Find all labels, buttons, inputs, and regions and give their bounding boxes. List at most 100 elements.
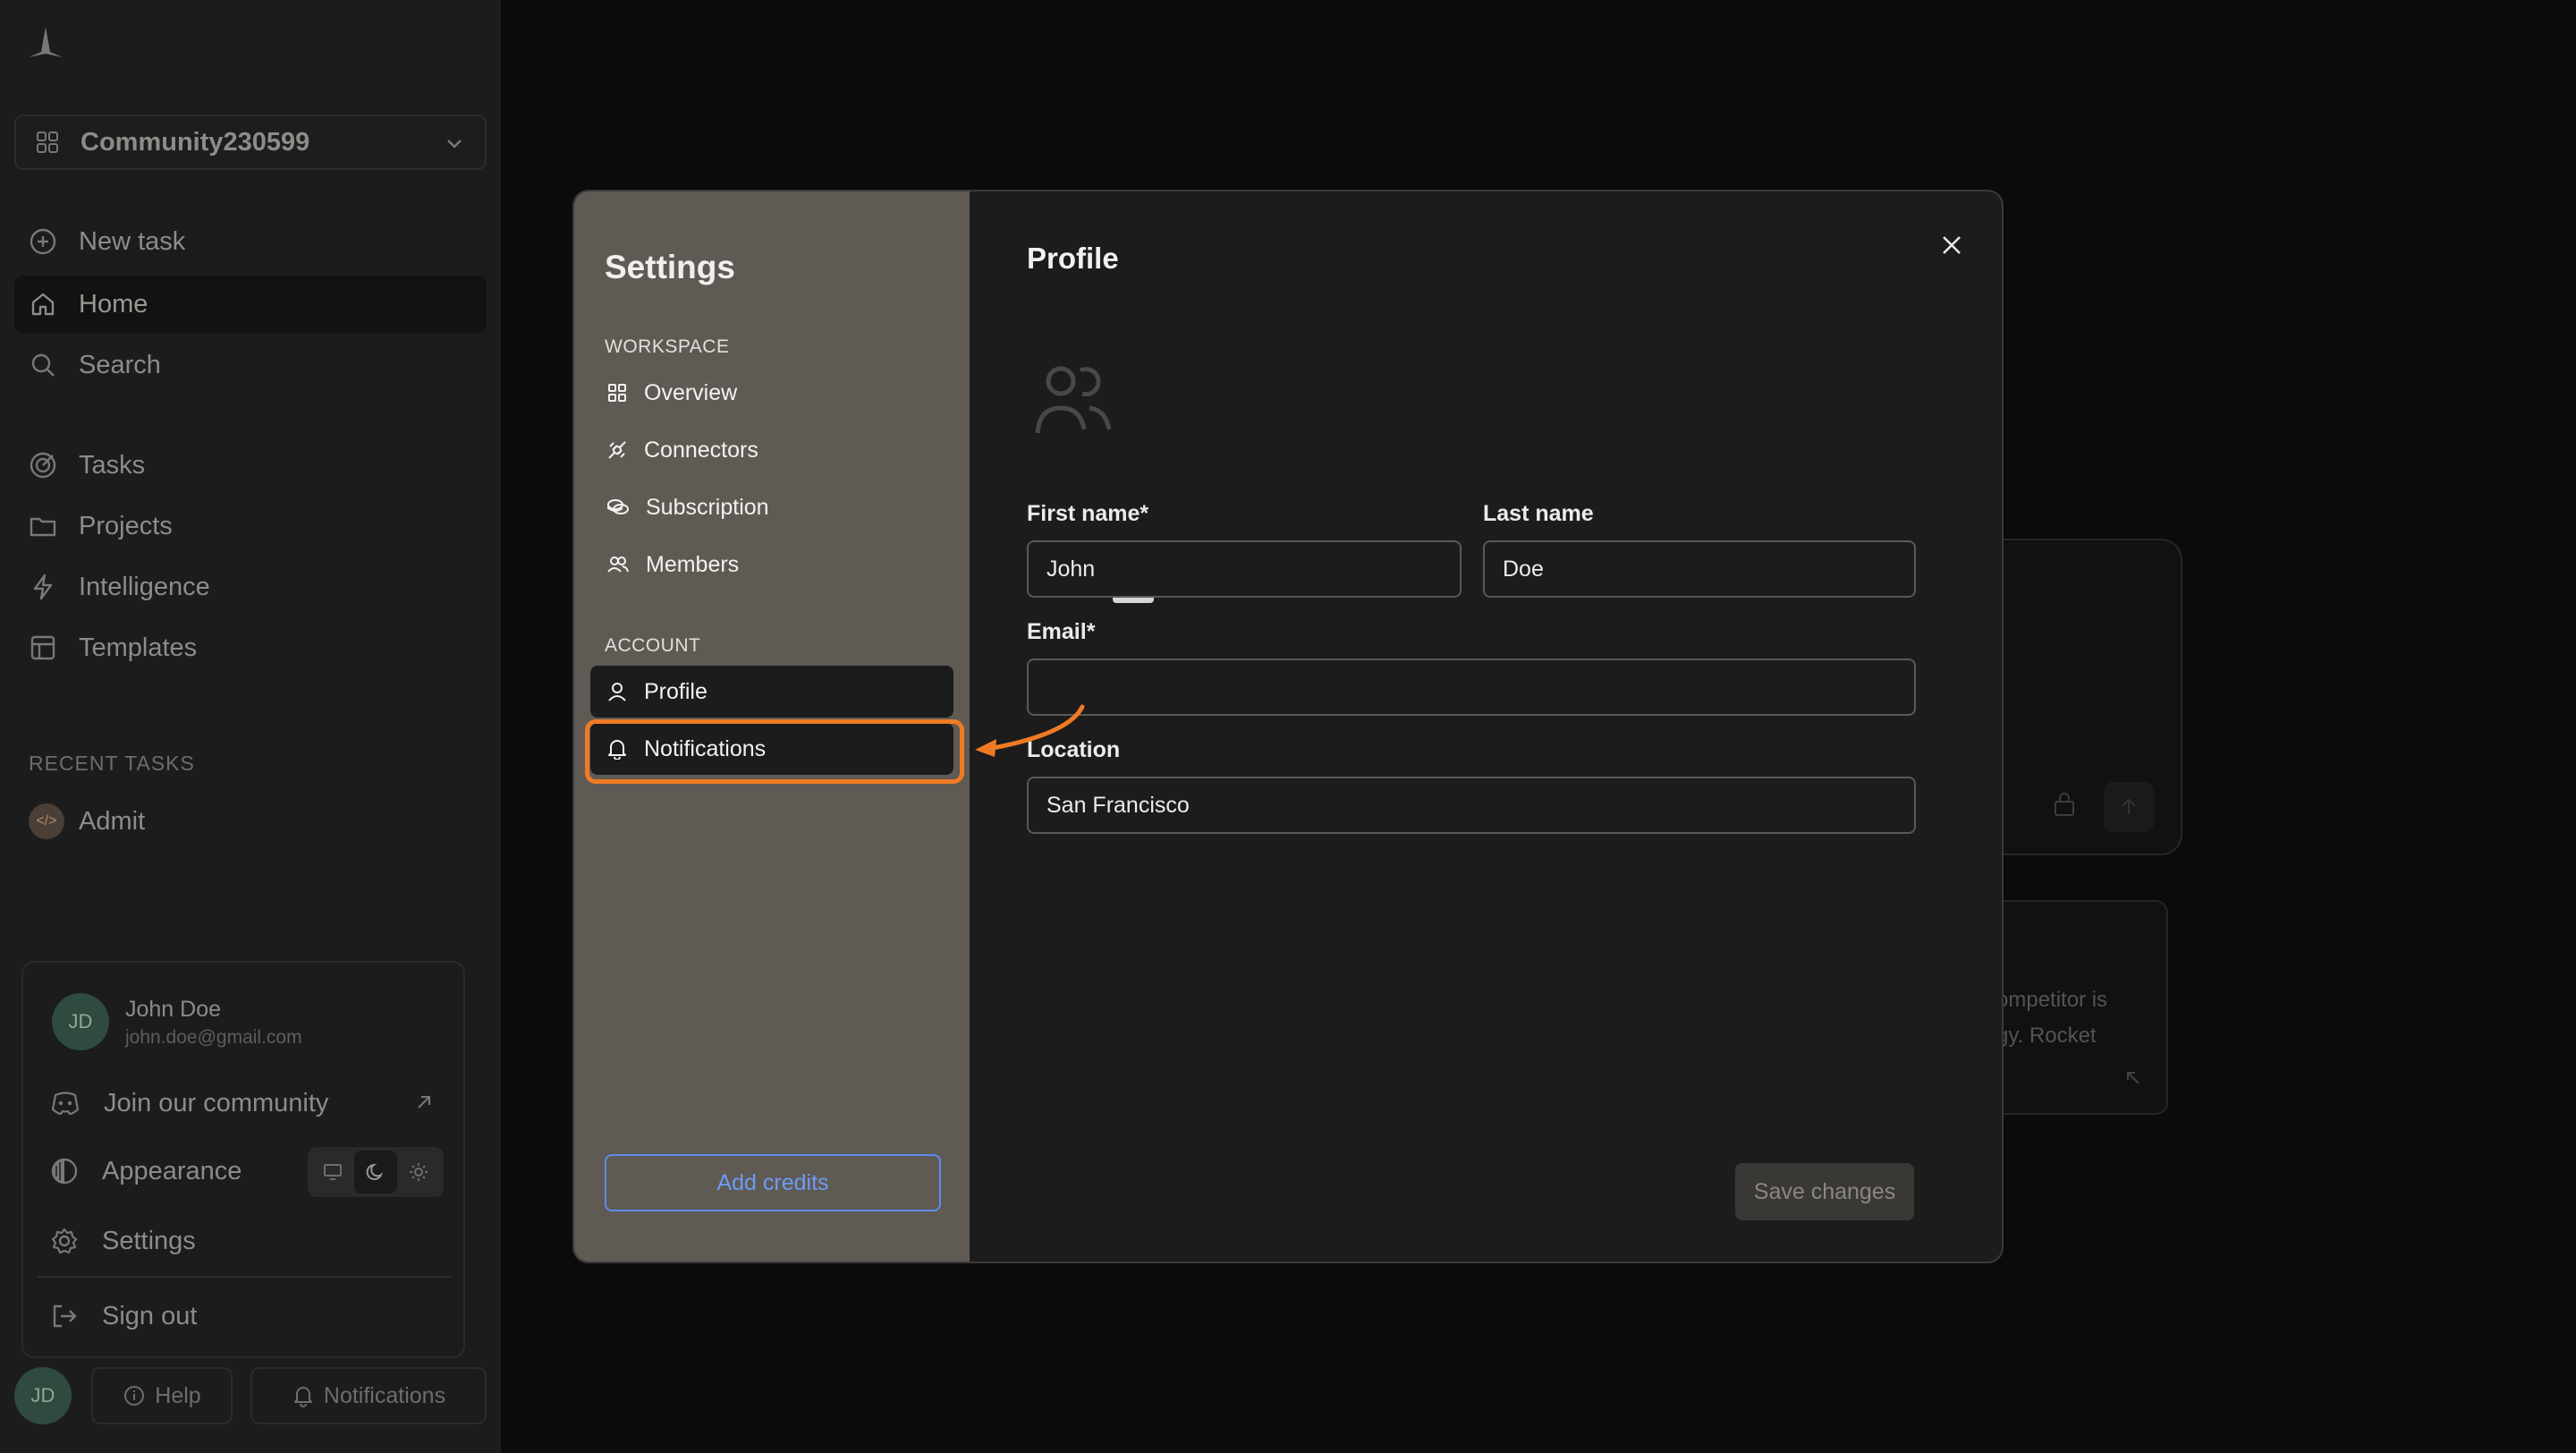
email-label: Email*	[1027, 619, 1096, 644]
nav-home[interactable]: Home	[14, 276, 487, 333]
app-logo-icon[interactable]	[27, 25, 64, 61]
workspace-selector[interactable]: Community230599	[14, 115, 487, 170]
plus-circle-icon	[30, 228, 56, 255]
annotation-arrow-icon	[975, 704, 1085, 757]
contrast-icon	[51, 1158, 78, 1185]
settings-label: Settings	[102, 1226, 196, 1255]
nav-tasks[interactable]: Tasks	[14, 437, 487, 494]
settings-nav-profile[interactable]: Profile	[590, 666, 953, 718]
grid-icon	[608, 384, 626, 402]
nav-search[interactable]: Search	[14, 336, 487, 394]
nav-projects[interactable]: Projects	[14, 497, 487, 555]
nav-label: Search	[79, 350, 161, 379]
close-button[interactable]	[1934, 227, 1970, 263]
settings-nav-label: Overview	[644, 379, 738, 405]
last-name-field[interactable]	[1483, 540, 1916, 598]
settings-nav-overview[interactable]: Overview	[590, 367, 953, 419]
appearance-toggle	[308, 1147, 444, 1197]
gear-icon	[51, 1228, 78, 1254]
settings-nav: Settings WORKSPACE Overview Connectors S…	[574, 191, 970, 1262]
nav-label: Projects	[79, 511, 173, 540]
help-label: Help	[155, 1382, 201, 1408]
divider	[38, 1276, 451, 1278]
email-field[interactable]	[1027, 659, 1916, 716]
logout-icon	[53, 1304, 77, 1328]
settings-title: Settings	[605, 249, 735, 285]
home-icon	[31, 293, 55, 316]
profile-panel: Profile First name* Last name Email* Loc…	[970, 191, 2002, 1262]
recent-tasks-heading: RECENT TASKS	[29, 752, 195, 775]
help-button[interactable]: Help	[91, 1367, 233, 1424]
notifications-label: Notifications	[323, 1382, 446, 1408]
search-icon	[31, 353, 55, 377]
add-credits-button[interactable]: Add credits	[605, 1154, 941, 1211]
appearance-label: Appearance	[102, 1156, 242, 1185]
info-icon	[124, 1386, 145, 1406]
bolt-icon	[33, 574, 53, 600]
target-icon	[30, 452, 56, 479]
avatar[interactable]: JD	[52, 993, 109, 1050]
nav-templates[interactable]: Templates	[14, 619, 487, 676]
workspace-heading: WORKSPACE	[605, 336, 730, 357]
theme-dark-option[interactable]	[354, 1151, 397, 1194]
bottom-avatar[interactable]: JD	[14, 1367, 72, 1424]
location-field[interactable]	[1027, 777, 1916, 834]
recent-task-item[interactable]: </> Admit	[29, 803, 145, 839]
submit-button[interactable]	[2104, 782, 2154, 832]
settings-nav-label: Members	[646, 551, 740, 577]
template-icon	[30, 635, 55, 660]
settings-nav-connectors[interactable]: Connectors	[590, 424, 953, 476]
recent-task-label: Admit	[79, 806, 146, 836]
user-name: John Doe	[125, 997, 222, 1022]
user-icon	[608, 683, 626, 701]
folder-icon	[30, 517, 56, 537]
account-heading: ACCOUNT	[605, 635, 701, 656]
workspace-name: Community230599	[80, 127, 310, 157]
card-text: gy. Rocket	[1996, 1024, 2097, 1048]
settings-modal: Settings WORKSPACE Overview Connectors S…	[572, 190, 2004, 1263]
nav-new-task[interactable]: New task	[14, 213, 487, 270]
settings-nav-label: Subscription	[646, 494, 769, 520]
sign-out-button[interactable]: Sign out	[50, 1292, 444, 1340]
profile-title: Profile	[1027, 242, 1119, 275]
code-icon: </>	[29, 803, 64, 839]
moon-icon	[366, 1163, 384, 1180]
settings-nav-members[interactable]: Members	[590, 539, 953, 591]
notifications-button[interactable]: Notifications	[250, 1367, 487, 1424]
nav-label: Tasks	[79, 450, 146, 480]
join-community-label: Join our community	[104, 1088, 329, 1117]
settings-nav-label: Profile	[644, 678, 708, 704]
arrow-up-icon	[2122, 798, 2136, 814]
theme-system-option[interactable]	[311, 1151, 354, 1194]
user-menu-card: JD John Doe john.doe@gmail.com Join our …	[21, 961, 465, 1358]
theme-light-option[interactable]	[397, 1151, 440, 1194]
save-changes-button[interactable]: Save changes	[1735, 1163, 1914, 1220]
last-name-label: Last name	[1483, 501, 1594, 526]
discord-icon	[51, 1092, 80, 1116]
nav-intelligence[interactable]: Intelligence	[14, 558, 487, 616]
join-community-link[interactable]: Join our community	[50, 1079, 444, 1127]
sign-out-label: Sign out	[102, 1301, 198, 1330]
user-email: john.doe@gmail.com	[125, 1027, 302, 1048]
users-icon	[607, 557, 629, 573]
chevron-down-icon	[447, 140, 462, 149]
external-link-icon	[418, 1096, 430, 1109]
sun-icon	[410, 1163, 428, 1181]
settings-link[interactable]: Settings	[50, 1217, 444, 1265]
bell-icon	[293, 1387, 312, 1407]
nav-label: Home	[79, 289, 148, 319]
lock-icon	[2055, 793, 2074, 816]
close-icon	[1943, 236, 1961, 254]
grid-icon	[37, 132, 58, 153]
sidebar: Community230599 New task Home Search Tas…	[0, 0, 501, 1453]
highlight-ring	[585, 719, 964, 784]
first-name-field[interactable]	[1027, 540, 1462, 598]
settings-nav-subscription[interactable]: Subscription	[590, 481, 953, 533]
nav-label: Templates	[79, 633, 198, 662]
coins-icon	[607, 499, 629, 514]
card-text: ompetitor is	[1996, 988, 2108, 1012]
plug-icon	[608, 441, 626, 459]
avatar-upload[interactable]	[1027, 344, 1170, 603]
nav-label: Intelligence	[79, 572, 210, 601]
settings-nav-label: Connectors	[644, 437, 758, 463]
